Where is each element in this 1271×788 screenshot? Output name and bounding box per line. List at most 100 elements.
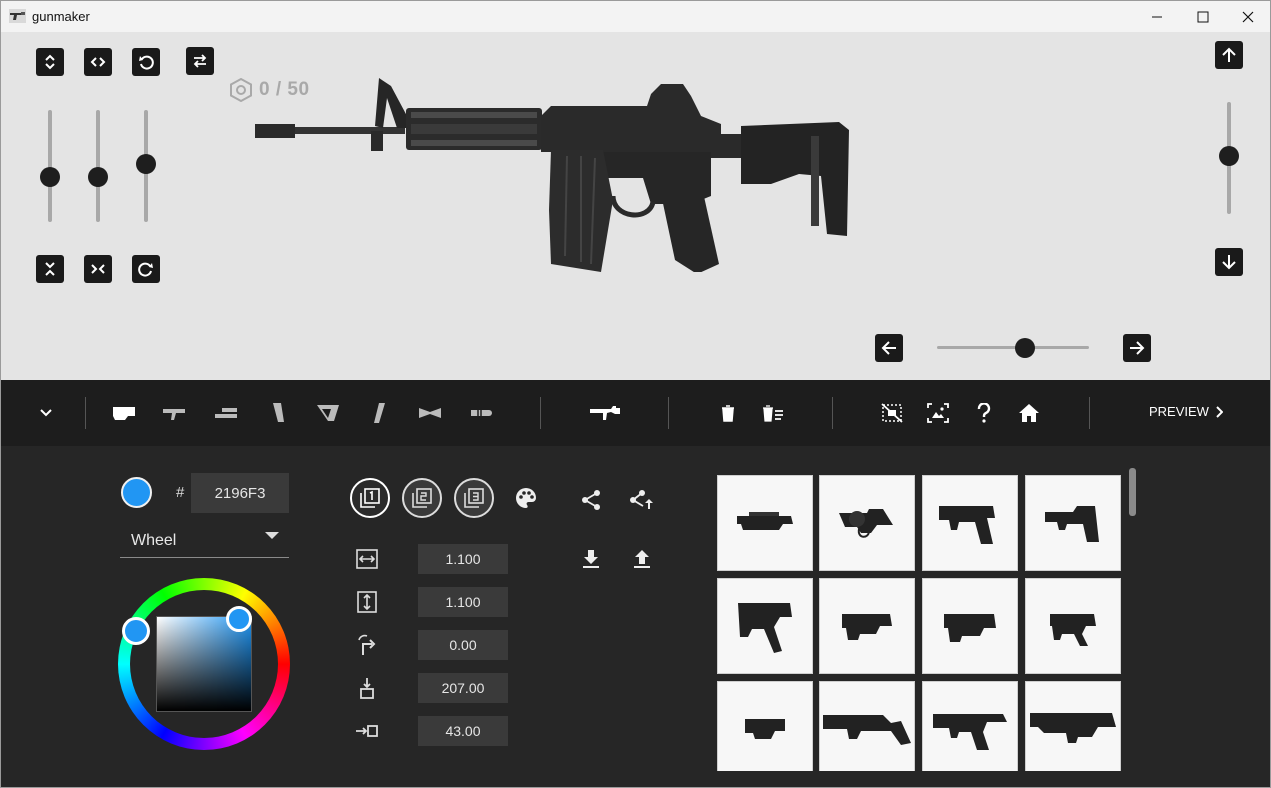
shrink-vertical-button[interactable] (36, 255, 64, 283)
layer-1-button[interactable] (350, 478, 390, 518)
part-tile[interactable] (819, 475, 915, 571)
category-handguard[interactable] (209, 380, 243, 446)
toggle-background-button[interactable] (877, 380, 907, 446)
rotate-left-button[interactable] (132, 48, 160, 76)
category-sight[interactable] (413, 380, 447, 446)
y-position-input[interactable]: 207.00 (418, 673, 508, 703)
chevron-down-icon (40, 409, 52, 417)
height-input[interactable]: 1.100 (418, 587, 508, 617)
picker-mode-dropdown[interactable]: Wheel (120, 526, 289, 558)
horizontal-position-slider[interactable] (937, 337, 1089, 359)
download-button[interactable] (576, 544, 606, 574)
dropdown-arrow-icon (265, 532, 279, 539)
move-down-button[interactable] (1215, 248, 1243, 276)
part-tile[interactable] (1025, 681, 1121, 771)
part-tile[interactable] (1025, 475, 1121, 571)
expand-vertical-icon (45, 54, 55, 70)
share-upload-icon (630, 490, 653, 509)
part-tile[interactable] (922, 578, 1018, 674)
part-tile[interactable] (1025, 578, 1121, 674)
move-up-button[interactable] (1215, 41, 1243, 69)
category-stock[interactable] (311, 380, 345, 446)
hex-color-input[interactable]: 2196F3 (191, 473, 289, 513)
pistol-frame-part-icon (1045, 506, 1099, 542)
width-row: 1.100 (354, 544, 514, 574)
category-muzzle[interactable] (464, 380, 498, 446)
scale-slider-1[interactable] (39, 110, 61, 222)
window-title: gunmaker (32, 9, 90, 24)
collapse-horizontal-icon (91, 264, 105, 274)
arrow-up-icon (1222, 47, 1236, 62)
height-row: 1.100 (354, 587, 514, 617)
rotate-cw-icon (138, 262, 153, 277)
slider-thumb[interactable] (1219, 146, 1239, 166)
image-frame-icon (927, 403, 949, 423)
upload-button[interactable] (627, 544, 657, 574)
move-horizontal-icon (354, 719, 380, 743)
hue-handle[interactable] (122, 617, 150, 645)
home-button[interactable] (1014, 380, 1044, 446)
slider-thumb[interactable] (136, 154, 156, 174)
layer-2-icon (412, 488, 432, 508)
x-position-input[interactable]: 43.00 (418, 716, 508, 746)
palette-button[interactable] (511, 483, 541, 513)
category-barrel[interactable] (157, 380, 191, 446)
slider-thumb[interactable] (40, 167, 60, 187)
preview-button[interactable]: PREVIEW (1149, 404, 1223, 419)
delete-all-button[interactable] (758, 380, 788, 446)
rotate-right-button[interactable] (132, 255, 160, 283)
muzzle-icon (471, 410, 492, 416)
layer-3-button[interactable] (454, 478, 494, 518)
set-background-image-button[interactable] (923, 380, 953, 446)
close-button[interactable] (1225, 1, 1270, 32)
magazine-icon (273, 403, 284, 422)
part-tile[interactable] (819, 681, 915, 771)
receiver-small-part-icon (1050, 614, 1096, 646)
slider-thumb[interactable] (88, 167, 108, 187)
full-weapon-button[interactable] (585, 380, 625, 446)
maximize-button[interactable] (1180, 1, 1226, 32)
layer-2-button[interactable] (402, 478, 442, 518)
shrink-horizontal-button[interactable] (84, 255, 112, 283)
minimize-icon (1152, 16, 1162, 17)
part-tile[interactable] (922, 681, 1018, 771)
minimize-button[interactable] (1134, 1, 1180, 32)
flip-button[interactable] (186, 47, 214, 75)
vertical-position-slider[interactable] (1218, 102, 1240, 214)
color-wheel[interactable] (118, 578, 290, 750)
category-grip[interactable] (362, 380, 396, 446)
weapon-preview[interactable] (251, 76, 855, 272)
rotation-input[interactable]: 0.00 (418, 630, 508, 660)
width-input[interactable]: 1.100 (418, 544, 508, 574)
move-left-button[interactable] (875, 334, 903, 362)
revolver-part-icon (839, 509, 893, 538)
rotate-ccw-icon (139, 55, 154, 70)
help-button[interactable] (969, 380, 999, 446)
category-magazine[interactable] (261, 380, 295, 446)
share-upload-button[interactable] (627, 485, 657, 515)
move-right-button[interactable] (1123, 334, 1151, 362)
part-tile[interactable] (717, 475, 813, 571)
collapse-panel-button[interactable] (31, 380, 61, 446)
stretch-vertical-button[interactable] (36, 48, 64, 76)
delete-part-button[interactable] (713, 380, 743, 446)
part-tile[interactable] (717, 578, 813, 674)
stretch-horizontal-button[interactable] (84, 48, 112, 76)
part-tile[interactable] (922, 475, 1018, 571)
scale-slider-2[interactable] (87, 110, 109, 222)
sight-icon (419, 408, 441, 418)
part-tile[interactable] (717, 681, 813, 771)
rotate-corner-icon (354, 633, 380, 657)
saturation-handle[interactable] (226, 606, 252, 632)
workspace-canvas[interactable]: 0 / 50 (1, 32, 1270, 380)
arrow-down-icon (1222, 255, 1236, 270)
share-button[interactable] (576, 485, 606, 515)
parts-scrollbar[interactable] (1129, 468, 1136, 516)
shotgun-part-icon (823, 715, 911, 745)
rotation-slider[interactable] (135, 110, 157, 222)
home-icon (1019, 404, 1039, 422)
category-receiver[interactable] (107, 380, 141, 446)
slider-thumb[interactable] (1015, 338, 1035, 358)
part-tile[interactable] (819, 578, 915, 674)
current-color-swatch[interactable] (121, 477, 152, 508)
